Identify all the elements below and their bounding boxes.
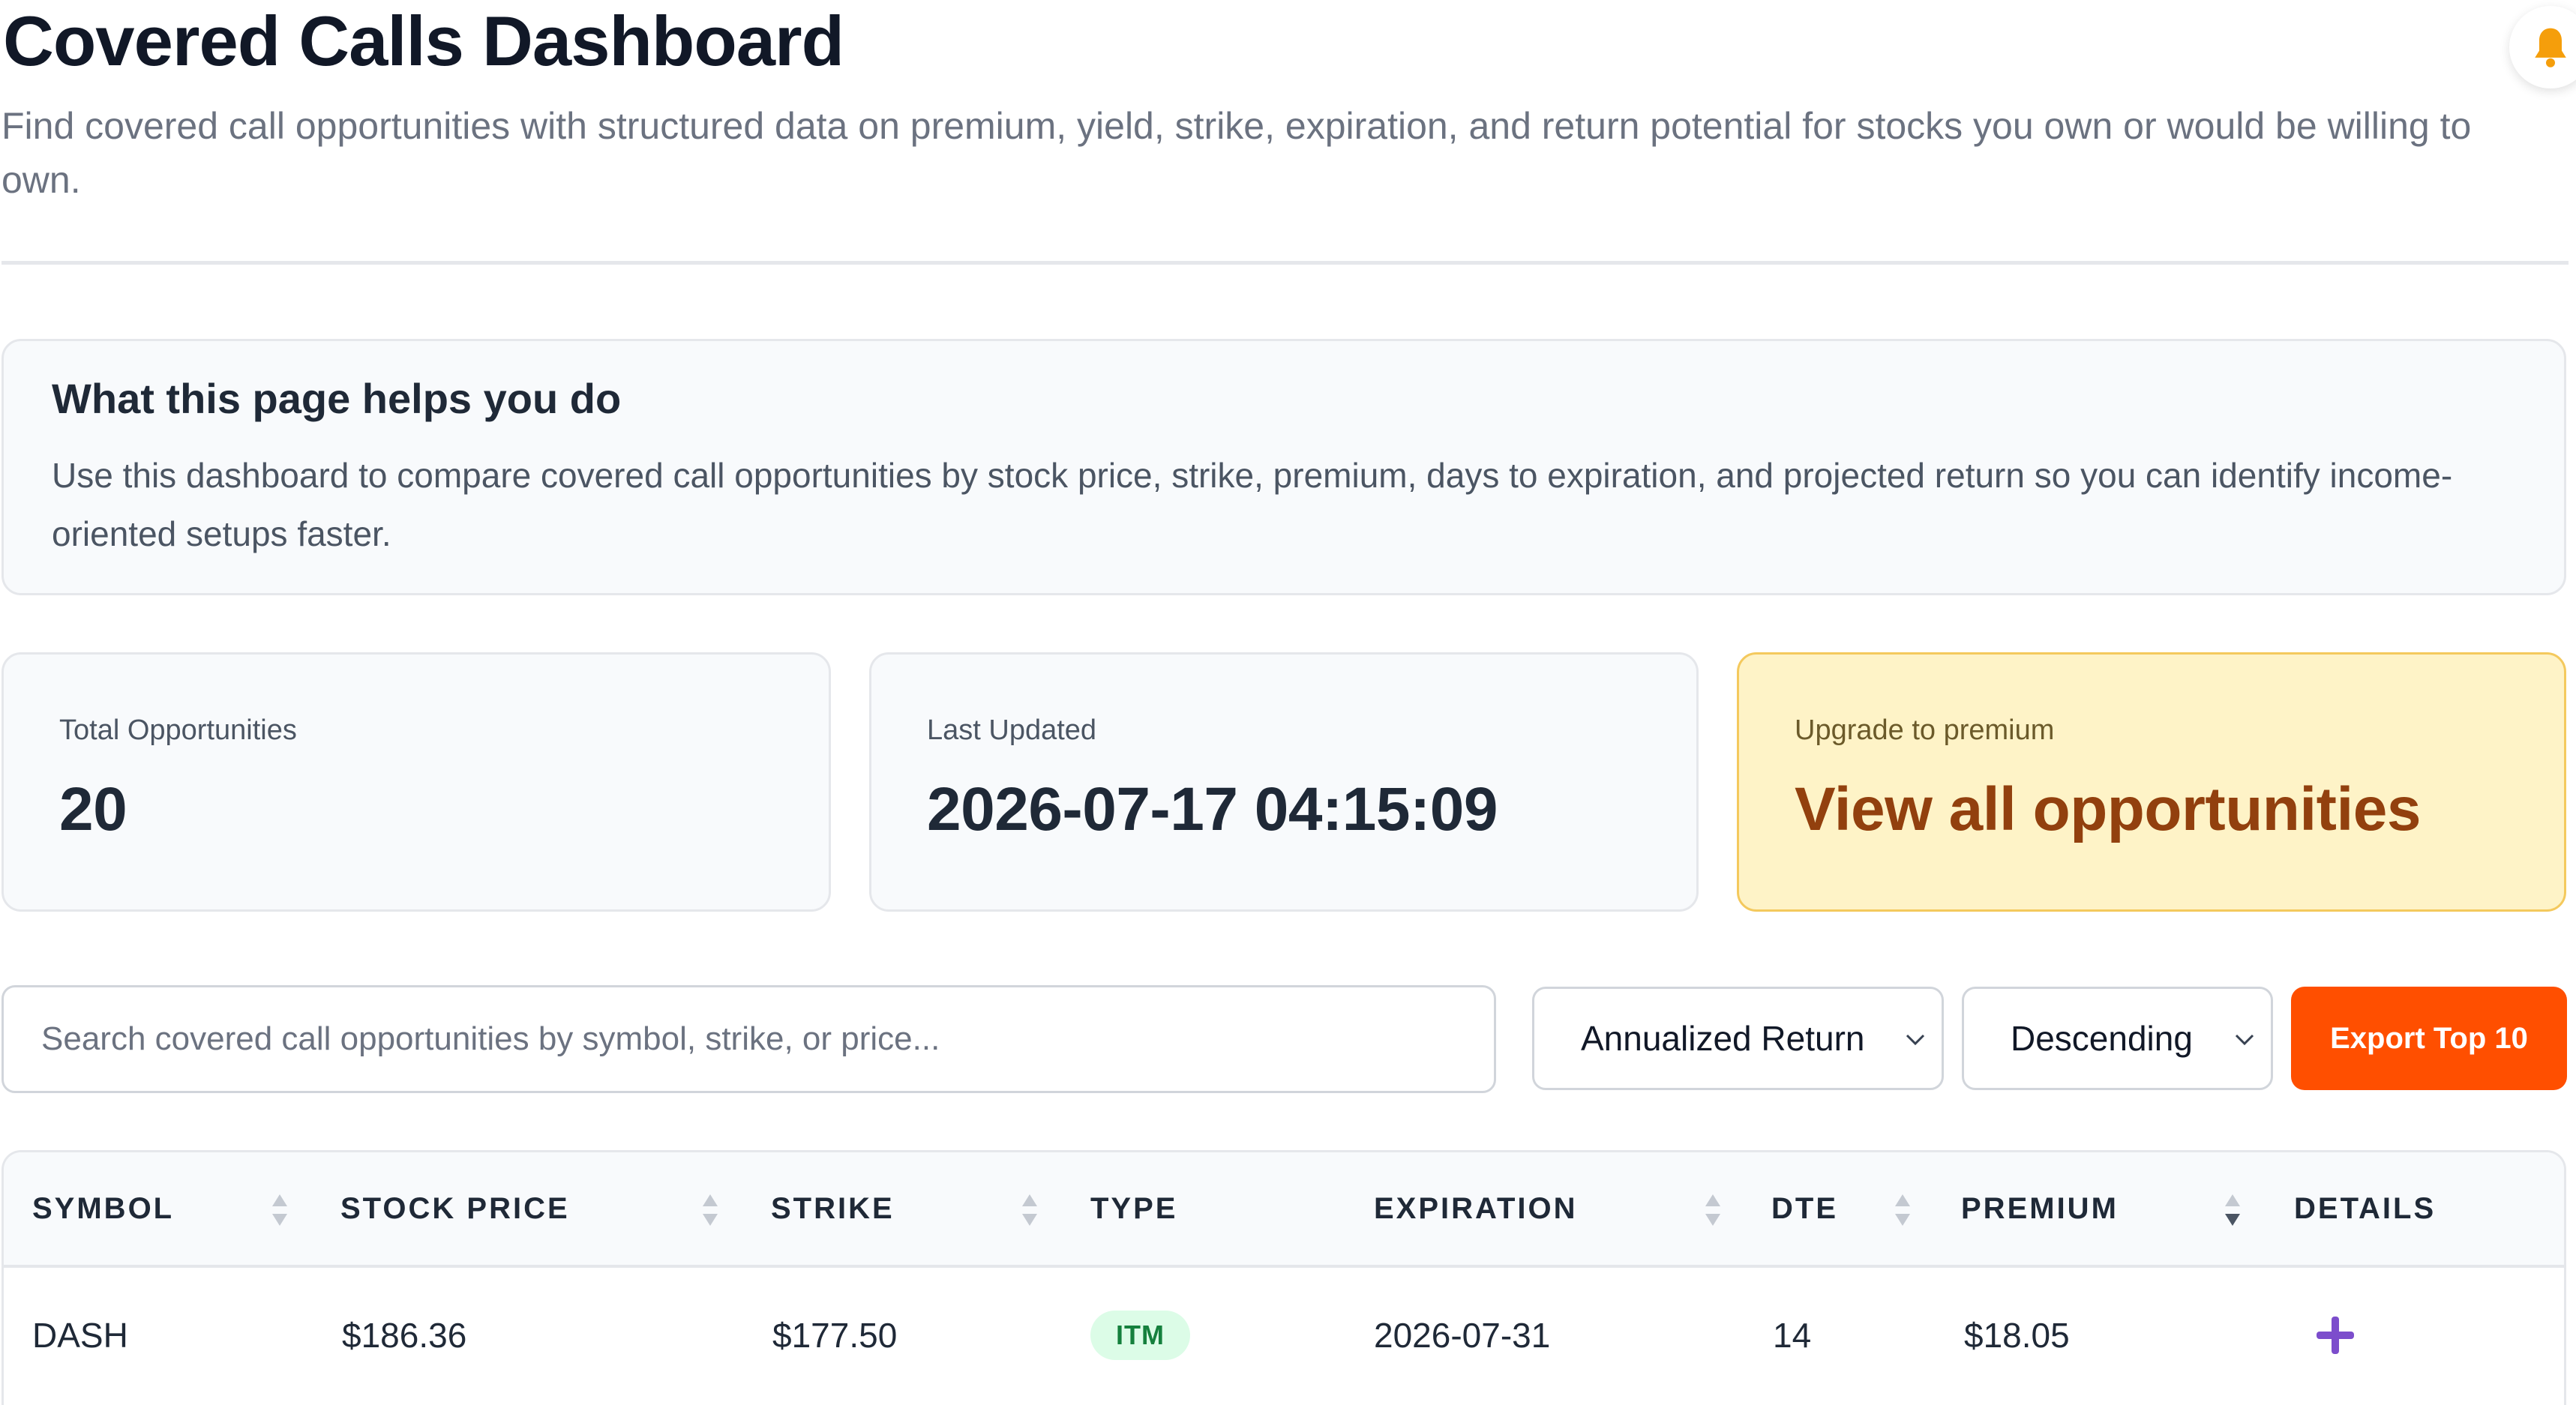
sort-icon[interactable] <box>700 1191 721 1229</box>
column-header-type: TYPE <box>1090 1191 1178 1225</box>
cell-details <box>2315 1268 2356 1403</box>
export-top-10-button[interactable]: Export Top 10 <box>2291 987 2567 1090</box>
cell-premium: $18.05 <box>1964 1316 2070 1355</box>
column-header-premium[interactable]: PREMIUM <box>1961 1152 2119 1265</box>
stat-updated-label: Last Updated <box>927 714 1097 746</box>
cell-symbol: DASH <box>32 1316 128 1355</box>
plus-icon[interactable] <box>2315 1315 2356 1356</box>
opportunities-table: SYMBOL STOCK PRICE STRIKE TYPE EXPIRATIO… <box>1 1150 2566 1405</box>
page-title: Covered Calls Dashboard <box>3 1 844 80</box>
sort-field-select[interactable]: Annualized Return <box>1532 987 1944 1090</box>
stat-total-value: 20 <box>59 775 127 843</box>
view-all-opportunities-link[interactable]: View all opportunities <box>1795 774 2421 845</box>
cell-type: ITM <box>1090 1268 1190 1403</box>
sort-field-value: Annualized Return <box>1581 1019 1865 1058</box>
sort-descending-icon[interactable] <box>2222 1191 2243 1229</box>
help-box-text: Use this dashboard to compare covered ca… <box>52 456 2453 553</box>
column-header-details: DETAILS <box>2294 1191 2437 1225</box>
cell-strike: $177.50 <box>772 1316 898 1355</box>
column-header-stock-price[interactable]: STOCK PRICE <box>340 1152 570 1265</box>
page-subtitle: Find covered call opportunities with str… <box>1 105 2472 201</box>
column-header-symbol[interactable]: SYMBOL <box>32 1152 174 1265</box>
table-header: SYMBOL STOCK PRICE STRIKE TYPE EXPIRATIO… <box>4 1152 2564 1268</box>
sort-icon[interactable] <box>1019 1191 1040 1229</box>
cell-dte: 14 <box>1773 1316 1812 1355</box>
dashboard-page: Covered Calls Dashboard Find covered cal… <box>0 0 2576 1405</box>
stat-card-last-updated: Last Updated 2026-07-17 04:15:09 <box>869 652 1699 912</box>
search-input[interactable] <box>1 985 1496 1093</box>
upgrade-premium-card[interactable]: Upgrade to premium View all opportunitie… <box>1737 652 2566 912</box>
column-header-strike[interactable]: STRIKE <box>771 1152 895 1265</box>
chevron-down-icon <box>2235 1034 2254 1046</box>
cell-stock-price: $186.36 <box>342 1316 467 1355</box>
stat-card-total: Total Opportunities 20 <box>1 652 831 912</box>
help-box-title: What this page helps you do <box>52 375 622 422</box>
stat-updated-value: 2026-07-17 04:15:09 <box>927 775 1498 843</box>
itm-badge: ITM <box>1090 1311 1190 1360</box>
cell-expiration: 2026-07-31 <box>1374 1316 1551 1355</box>
column-header-dte[interactable]: DTE <box>1771 1152 1838 1265</box>
header-divider <box>1 261 2569 265</box>
sort-icon[interactable] <box>1892 1191 1913 1229</box>
sort-order-select[interactable]: Descending <box>1962 987 2273 1090</box>
chevron-down-icon <box>1906 1034 1925 1046</box>
column-header-expiration[interactable]: EXPIRATION <box>1374 1152 1578 1265</box>
notifications-button[interactable] <box>2509 6 2576 88</box>
stat-total-label: Total Opportunities <box>59 714 297 746</box>
sort-icon[interactable] <box>1702 1191 1723 1229</box>
help-box: What this page helps you do Use this das… <box>1 339 2566 595</box>
table-row[interactable]: DASH $186.36 $177.50 ITM 2026-07-31 14 $… <box>4 1268 2564 1403</box>
sort-order-value: Descending <box>2011 1019 2193 1058</box>
bell-icon <box>2535 28 2566 67</box>
upgrade-label: Upgrade to premium <box>1795 714 2055 746</box>
sort-icon[interactable] <box>269 1191 290 1229</box>
